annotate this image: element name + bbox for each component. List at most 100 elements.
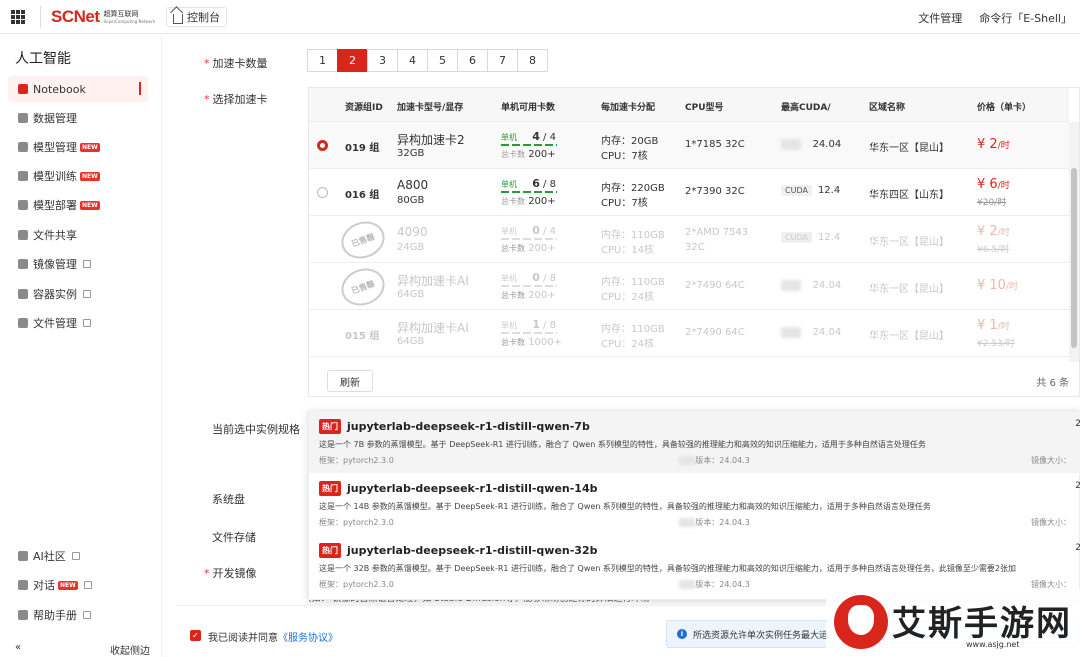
cell-card: 异构加速卡2 bbox=[397, 133, 465, 147]
sidebar-item-help[interactable]: 帮助手册 bbox=[8, 602, 148, 628]
hot-badge: 热门 bbox=[319, 481, 341, 496]
card-count-option-selected[interactable]: 2 bbox=[337, 49, 368, 72]
sidebar-item-label: 数据管理 bbox=[33, 112, 77, 125]
card-count-option[interactable]: 8 bbox=[517, 49, 548, 72]
image-size: 镜像大小： bbox=[1031, 580, 1071, 589]
table-row[interactable]: 016 组 A800 80GB 单机 6 / 8 总卡数 200+ 内存：220… bbox=[309, 169, 1069, 216]
row-radio[interactable] bbox=[317, 187, 328, 198]
image-name: jupyterlab-deepseek-r1-distill-qwen-14b bbox=[347, 482, 598, 495]
image-description: 这是一个 32B 参数的蒸馏模型。基于 DeepSeek-R1 进行训练，融合了… bbox=[319, 564, 1017, 573]
image-framework: 框架：pytorch2.3.0 bbox=[319, 580, 394, 589]
sidebar-item-chat[interactable]: 对话 NEW bbox=[8, 572, 148, 598]
availability-bar bbox=[501, 332, 557, 334]
sidebar-item-file-share[interactable]: 文件共享 bbox=[8, 222, 148, 248]
sidebar-item-ai-community[interactable]: AI社区 bbox=[8, 543, 148, 569]
card-count-option[interactable]: 4 bbox=[397, 49, 428, 72]
top-bar: SCNet 超算互联网 SuperComputing Network 控制台 文… bbox=[0, 0, 1080, 34]
table-header: 资源组ID 加速卡型号/显存 单机可用卡数 每加速卡分配 CPU型号 最高CUD… bbox=[309, 88, 1069, 122]
image-option[interactable]: 热门 jupyterlab-deepseek-r1-distill-qwen-3… bbox=[309, 535, 1080, 597]
th-cuda: 最高CUDA/ bbox=[781, 103, 831, 113]
card-count-option[interactable]: 7 bbox=[487, 49, 518, 72]
sidebar-item-label: AI社区 bbox=[33, 550, 66, 563]
sidebar-item-data-management[interactable]: 数据管理 bbox=[8, 105, 148, 131]
cell-cuda: 12.4 bbox=[817, 232, 841, 243]
cell-mem: 80GB bbox=[397, 195, 425, 206]
sidebar-item-model-management[interactable]: 模型管理 NEW bbox=[8, 134, 148, 160]
sidebar-item-label: 容器实例 bbox=[33, 288, 77, 301]
sidebar-item-label: 文件管理 bbox=[33, 317, 77, 330]
app-grid-icon[interactable] bbox=[11, 10, 25, 24]
image-option[interactable]: 热门 jupyterlab-deepseek-r1-distill-qwen-1… bbox=[309, 473, 1080, 535]
image-framework: 框架：pytorch2.3.0 bbox=[319, 456, 394, 465]
card-count-option[interactable]: 6 bbox=[457, 49, 488, 72]
sidebar-item-label: 模型训练 bbox=[33, 170, 77, 183]
notebook-icon bbox=[18, 84, 28, 94]
cell-region: 华东一区【昆山】 bbox=[869, 284, 949, 295]
card-count-option[interactable]: 3 bbox=[367, 49, 398, 72]
console-button[interactable]: 控制台 bbox=[166, 7, 227, 27]
cell-id: 015 组 bbox=[345, 331, 380, 342]
cell-old-price: ¥20/时 bbox=[977, 198, 1007, 208]
sidebar-item-model-deploy[interactable]: 模型部署 NEW bbox=[8, 192, 148, 218]
database-icon bbox=[18, 113, 28, 123]
cell-total: 200+ bbox=[528, 290, 556, 301]
brand-name-cn: 超算互联网 bbox=[103, 9, 139, 18]
th-region: 区域名称 bbox=[869, 103, 906, 113]
eshell-link[interactable]: 命令行「E-Shell」 bbox=[979, 10, 1072, 26]
image-count: 2 bbox=[1075, 481, 1080, 491]
sidebar: 人工智能 Notebook 数据管理 模型管理 NEW 模型训练 NEW 模型部… bbox=[0, 35, 162, 657]
card-count-label: * 加速卡数量 bbox=[204, 57, 268, 70]
external-link-icon bbox=[83, 611, 91, 619]
new-badge: NEW bbox=[80, 142, 100, 152]
file-management-link[interactable]: 文件管理 bbox=[918, 10, 962, 26]
site-watermark: 艾斯手游网 www.asjg.net bbox=[826, 590, 1080, 657]
image-dropdown: 热门 jupyterlab-deepseek-r1-distill-qwen-7… bbox=[308, 410, 1080, 600]
service-agreement-link[interactable]: 《服务协议》 bbox=[278, 633, 338, 644]
card-count-option[interactable]: 1 bbox=[307, 49, 338, 72]
cell-cpu-model: 2*7390 32C bbox=[685, 186, 745, 197]
sidebar-item-file-management[interactable]: 文件管理 bbox=[8, 310, 148, 336]
cell-cuda: 12.4 bbox=[817, 185, 841, 196]
th-available[interactable]: 单机可用卡数 bbox=[501, 100, 555, 113]
image-option[interactable]: 热门 jupyterlab-deepseek-r1-distill-qwen-7… bbox=[309, 411, 1080, 473]
sidebar-item-model-training[interactable]: 模型训练 NEW bbox=[8, 163, 148, 189]
cell-id: 019 组 bbox=[345, 143, 380, 154]
cell-price: ¥ 1 bbox=[977, 318, 998, 333]
cell-cpu-alloc: CPU：7核 bbox=[601, 151, 648, 162]
new-badge: NEW bbox=[80, 200, 100, 210]
cell-mem: 32GB bbox=[397, 148, 425, 159]
cell-avail: 0 bbox=[532, 224, 540, 237]
agree-checkbox[interactable]: ✓ bbox=[190, 630, 201, 641]
cell-old-price: ¥6.5/时 bbox=[977, 245, 1010, 255]
cell-cuda: 24.04 bbox=[812, 327, 842, 338]
refresh-button[interactable]: 刷新 bbox=[327, 370, 373, 392]
external-link-icon bbox=[83, 290, 91, 298]
table-row[interactable]: 019 组 异构加速卡2 32GB 单机 4 / 4 总卡数 200+ 内存：2… bbox=[309, 122, 1069, 169]
table-scrollbar[interactable] bbox=[1069, 122, 1079, 362]
cell-cpu-model: 2*7490 64C bbox=[685, 327, 745, 338]
price-unit: /时 bbox=[997, 181, 1010, 191]
price-unit: /时 bbox=[997, 141, 1010, 151]
notice-text: 所选资源允许单次实例任务最大运 bbox=[693, 630, 829, 641]
cube-icon bbox=[18, 142, 28, 152]
train-icon bbox=[18, 171, 28, 181]
row-radio-selected[interactable] bbox=[317, 140, 328, 151]
total-label: 总卡数 bbox=[501, 291, 525, 300]
watermark-text: 艾斯手游网 bbox=[892, 604, 1072, 644]
collapse-sidebar-button[interactable]: « 收起侧边 bbox=[15, 642, 150, 657]
watermark-logo-icon bbox=[834, 595, 888, 649]
sidebar-item-notebook[interactable]: Notebook bbox=[8, 76, 148, 102]
book-icon bbox=[18, 610, 28, 620]
watermark-url: www.asjg.net bbox=[966, 640, 1020, 649]
brand-logo[interactable]: SCNet 超算互联网 SuperComputing Network bbox=[40, 6, 155, 28]
brand-name: SCNet bbox=[51, 7, 100, 26]
sidebar-item-image-management[interactable]: 镜像管理 bbox=[8, 251, 148, 277]
console-label: 控制台 bbox=[187, 11, 220, 24]
sidebar-item-label: 模型管理 bbox=[33, 141, 77, 154]
sidebar-item-container-instance[interactable]: 容器实例 bbox=[8, 281, 148, 307]
cell-cpu-model: 2*AMD 7543 32C bbox=[685, 227, 749, 253]
price-unit: /时 bbox=[997, 228, 1010, 238]
single-label: 单机 bbox=[501, 321, 517, 330]
new-badge: NEW bbox=[58, 580, 78, 590]
card-count-option[interactable]: 5 bbox=[427, 49, 458, 72]
